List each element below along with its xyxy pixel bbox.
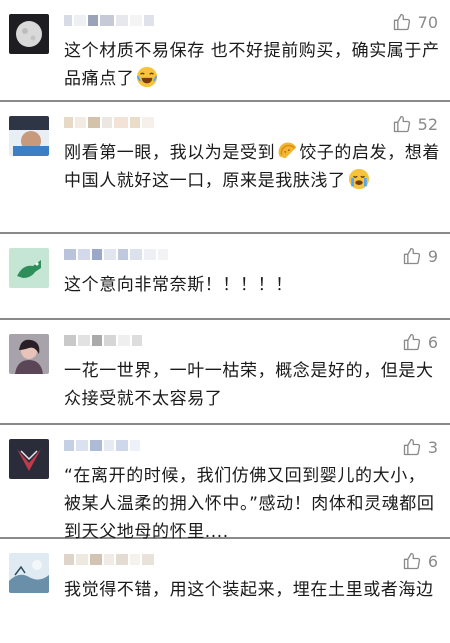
thumbs-up-icon	[403, 552, 420, 570]
thumbs-up-icon	[393, 115, 410, 133]
thumbs-up-icon	[403, 333, 420, 351]
like-button[interactable]: 6	[402, 551, 438, 571]
comment-item: 6 一花一世界，一叶一枯荣，概念是好的，但是大众接受就不太容易了	[0, 320, 450, 423]
like-count: 3	[427, 437, 438, 457]
comment-text: 这个材质不易保存 也不好提前购买，确实属于产品痛点了	[64, 41, 440, 89]
crying-emoji	[348, 168, 370, 190]
like-count: 70	[417, 12, 438, 32]
comment-text: 我觉得不错，用这个装起来，埋在土里或者海边	[64, 580, 434, 600]
comment-list: 70 这个材质不易保存 也不好提前购买，确实属于产品痛点了 52 刚看第一眼，我…	[0, 0, 450, 643]
comment-text: 一花一世界，一叶一枯荣，概念是好的，但是大众接受就不太容易了	[64, 361, 434, 409]
avatar[interactable]	[9, 14, 49, 54]
like-button[interactable]: 70	[392, 12, 438, 32]
like-count: 9	[427, 246, 438, 266]
like-count: 6	[427, 332, 438, 352]
like-button[interactable]: 3	[402, 437, 438, 457]
username-blurred[interactable]	[64, 117, 154, 128]
like-button[interactable]: 52	[392, 114, 438, 134]
username-blurred[interactable]	[64, 15, 154, 26]
avatar[interactable]	[9, 116, 49, 156]
thumbs-up-icon	[403, 438, 420, 456]
like-count: 6	[427, 551, 438, 571]
laughing-tears-emoji	[136, 66, 158, 88]
comment-text: 这个意向非常奈斯！！！！！	[64, 275, 293, 295]
username-blurred[interactable]	[64, 335, 142, 346]
taco-emoji	[277, 140, 299, 162]
like-button[interactable]: 6	[402, 332, 438, 352]
username-blurred[interactable]	[64, 249, 168, 260]
comment-text: 刚看第一眼，我以为是受到 饺子的启发，想着中国人就好这一口，原来是我肤浅了	[64, 139, 440, 195]
like-button[interactable]: 9	[402, 246, 438, 266]
comment-item: 6 我觉得不错，用这个装起来，埋在土里或者海边	[0, 539, 450, 639]
avatar[interactable]	[9, 439, 49, 479]
comment-item: 3 “在离开的时候，我们仿佛又回到婴儿的大小，被某人温柔的拥入怀中。”感动！肉体…	[0, 425, 450, 542]
username-blurred[interactable]	[64, 440, 140, 451]
comment-item: 52 刚看第一眼，我以为是受到 饺子的启发，想着中国人就好这一口，原来是我肤浅了	[0, 102, 450, 232]
avatar[interactable]	[9, 334, 49, 374]
avatar[interactable]	[9, 248, 49, 288]
thumbs-up-icon	[403, 247, 420, 265]
comment-item: 70 这个材质不易保存 也不好提前购买，确实属于产品痛点了	[0, 0, 450, 100]
username-blurred[interactable]	[64, 554, 154, 565]
comment-text: “在离开的时候，我们仿佛又回到婴儿的大小，被某人温柔的拥入怀中。”感动！肉体和灵…	[64, 466, 435, 542]
avatar[interactable]	[9, 553, 49, 593]
thumbs-up-icon	[393, 13, 410, 31]
like-count: 52	[417, 114, 438, 134]
comment-item: 9 这个意向非常奈斯！！！！！	[0, 234, 450, 318]
